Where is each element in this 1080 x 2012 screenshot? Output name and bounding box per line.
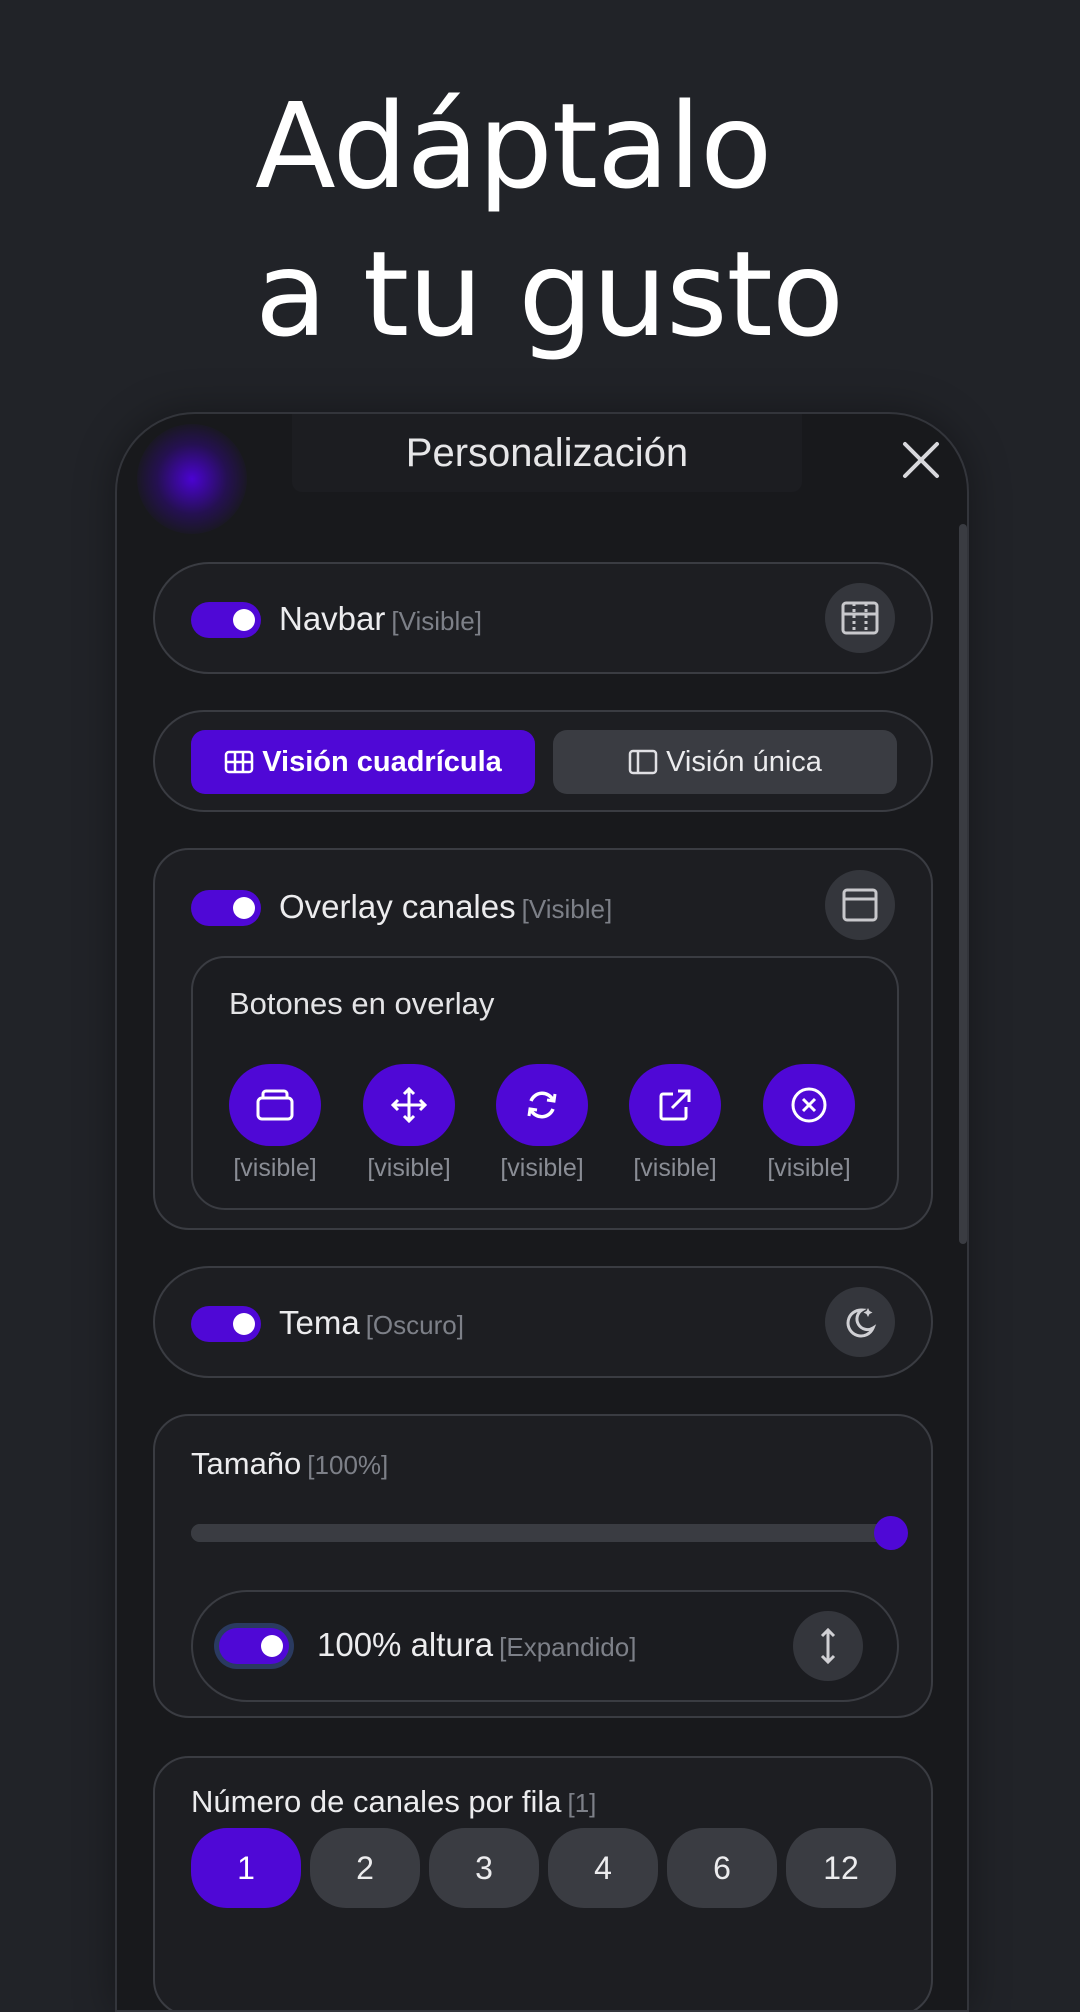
size-status: [100%] bbox=[307, 1450, 389, 1480]
channels-option-6[interactable]: 6 bbox=[667, 1828, 777, 1908]
overlay-button-close-status: [visible] bbox=[767, 1154, 851, 1182]
size-slider[interactable] bbox=[191, 1516, 908, 1550]
overlay-button-refresh[interactable] bbox=[496, 1064, 588, 1146]
height-setting: 100% altura [Expandido] bbox=[191, 1590, 899, 1702]
close-button[interactable] bbox=[891, 430, 951, 490]
navbar-setting: Navbar [Visible] bbox=[153, 562, 933, 674]
overlay-button-move[interactable] bbox=[363, 1064, 455, 1146]
overlay-buttons-group: Botones en overlay [visible] [visible] [… bbox=[191, 956, 899, 1210]
height-resize-button[interactable] bbox=[793, 1611, 863, 1681]
height-label: 100% altura bbox=[317, 1626, 494, 1663]
height-status: [Expandido] bbox=[499, 1632, 637, 1662]
customization-panel: Personalización Navbar [Visible] Visión … bbox=[115, 412, 969, 2012]
navbar-layout-icon bbox=[841, 601, 879, 635]
headline-line-1: Adáptalo bbox=[255, 77, 772, 215]
navbar-label: Navbar bbox=[279, 600, 386, 637]
channels-option-12[interactable]: 12 bbox=[786, 1828, 896, 1908]
overlay-button-folder-status: [visible] bbox=[233, 1154, 317, 1182]
view-mode-setting: Visión cuadrícula Visión única bbox=[153, 710, 933, 812]
channels-per-row-status: [1] bbox=[567, 1788, 597, 1818]
moon-stars-icon bbox=[846, 1308, 877, 1338]
overlay-button-external-status: [visible] bbox=[633, 1154, 717, 1182]
sidebar-layout-icon bbox=[628, 749, 658, 775]
size-slider-thumb[interactable] bbox=[874, 1516, 908, 1550]
avatar-glow bbox=[137, 424, 247, 534]
channels-per-row-setting: Número de canales por fila [1] 1 2 3 4 6 … bbox=[153, 1756, 933, 2010]
panel-title: Personalización bbox=[292, 414, 802, 492]
refresh-icon bbox=[527, 1091, 557, 1119]
overlay-status: [Visible] bbox=[521, 894, 613, 924]
channels-option-4[interactable]: 4 bbox=[548, 1828, 658, 1908]
grid-view-label: Visión cuadrícula bbox=[262, 745, 502, 778]
theme-button[interactable] bbox=[825, 1287, 895, 1357]
channels-option-3[interactable]: 3 bbox=[429, 1828, 539, 1908]
channels-per-row-label: Número de canales por fila bbox=[191, 1784, 562, 1819]
theme-label: Tema bbox=[279, 1304, 360, 1341]
vertical-resize-icon bbox=[820, 1627, 836, 1665]
overlay-label: Overlay canales bbox=[279, 888, 516, 925]
navbar-toggle[interactable] bbox=[191, 602, 261, 638]
overlay-window-button[interactable] bbox=[825, 870, 895, 940]
height-toggle[interactable] bbox=[219, 1628, 289, 1664]
overlay-button-refresh-status: [visible] bbox=[500, 1154, 584, 1182]
overlay-buttons-title: Botones en overlay bbox=[229, 986, 495, 1021]
navbar-layout-button[interactable] bbox=[825, 583, 895, 653]
theme-setting: Tema [Oscuro] bbox=[153, 1266, 933, 1378]
navbar-status: [Visible] bbox=[391, 606, 482, 636]
grid-view-button[interactable]: Visión cuadrícula bbox=[191, 730, 535, 794]
single-view-button[interactable]: Visión única bbox=[553, 730, 897, 794]
headline-line-2: a tu gusto bbox=[255, 225, 844, 363]
size-setting: Tamaño [100%] 100% altura [Expandido] bbox=[153, 1414, 933, 1718]
close-icon bbox=[903, 442, 939, 478]
overlay-button-close[interactable] bbox=[763, 1064, 855, 1146]
channels-option-2[interactable]: 2 bbox=[310, 1828, 420, 1908]
overlay-button-move-status: [visible] bbox=[367, 1154, 451, 1182]
theme-toggle[interactable] bbox=[191, 1306, 261, 1342]
external-link-icon bbox=[659, 1089, 691, 1121]
move-icon bbox=[390, 1086, 428, 1124]
folder-icon bbox=[256, 1089, 294, 1121]
size-slider-fill bbox=[191, 1524, 891, 1542]
close-circle-icon bbox=[791, 1087, 827, 1123]
single-view-label: Visión única bbox=[666, 745, 822, 778]
size-label: Tamaño bbox=[191, 1446, 302, 1481]
channels-option-1[interactable]: 1 bbox=[191, 1828, 301, 1908]
grid-icon bbox=[224, 750, 254, 774]
theme-status: [Oscuro] bbox=[365, 1310, 464, 1340]
overlay-toggle[interactable] bbox=[191, 890, 261, 926]
headline: Adáptalo a tu gusto bbox=[255, 72, 844, 368]
window-icon bbox=[842, 888, 878, 922]
scrollbar[interactable] bbox=[959, 524, 967, 1244]
overlay-button-external[interactable] bbox=[629, 1064, 721, 1146]
overlay-button-folder[interactable] bbox=[229, 1064, 321, 1146]
overlay-setting: Overlay canales [Visible] Botones en over… bbox=[153, 848, 933, 1230]
